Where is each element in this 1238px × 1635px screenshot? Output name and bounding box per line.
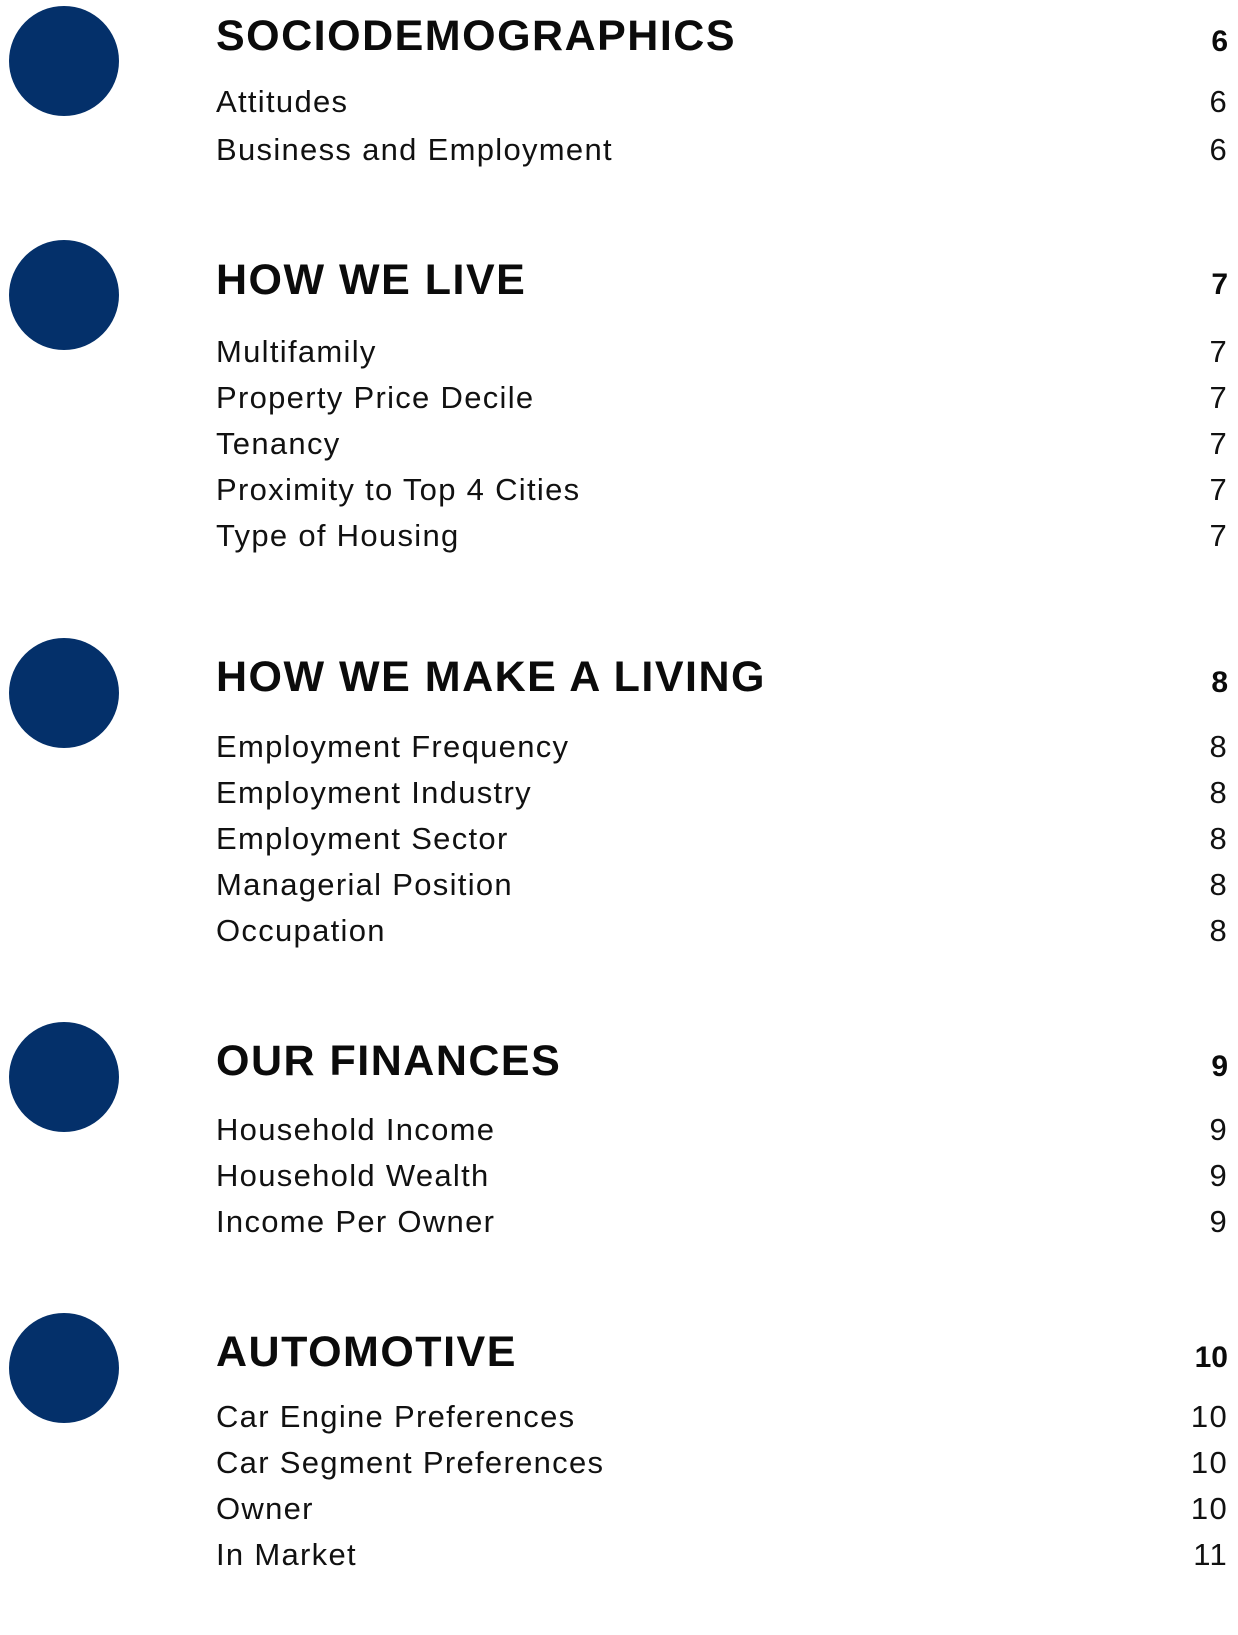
toc-item-label: Employment Sector: [216, 821, 509, 856]
toc-item[interactable]: Income Per Owner 9: [216, 1202, 1228, 1242]
toc-item-label: Household Income: [216, 1112, 496, 1147]
section-bullet-icon: [9, 638, 119, 748]
section-page-number[interactable]: 8: [1211, 668, 1228, 698]
toc-item-page: 7: [1209, 334, 1228, 369]
toc-item-label: Property Price Decile: [216, 380, 535, 415]
toc-item-page: 8: [1209, 729, 1228, 764]
toc-item-label: Employment Industry: [216, 775, 532, 810]
toc-item[interactable]: Employment Industry 8: [216, 773, 1228, 813]
toc-item-label: Car Engine Preferences: [216, 1399, 576, 1434]
toc-item[interactable]: Household Wealth 9: [216, 1156, 1228, 1196]
toc-item-label: Owner: [216, 1491, 314, 1526]
toc-item[interactable]: Attitudes 6: [216, 82, 1228, 122]
toc-item-page: 6: [1209, 84, 1228, 119]
toc-item-page: 10: [1190, 1399, 1228, 1434]
toc-item[interactable]: Car Segment Preferences 10: [216, 1443, 1228, 1483]
toc-item[interactable]: Proximity to Top 4 Cities 7: [216, 470, 1228, 510]
toc-item-page: 8: [1209, 821, 1228, 856]
toc-item-label: In Market: [216, 1537, 357, 1572]
toc-item[interactable]: Household Income 9: [216, 1110, 1228, 1150]
toc-item-label: Car Segment Preferences: [216, 1445, 605, 1480]
toc-item-page: 9: [1209, 1112, 1228, 1147]
toc-item-label: Proximity to Top 4 Cities: [216, 472, 581, 507]
toc-item-label: Occupation: [216, 913, 386, 948]
section-heading[interactable]: AUTOMOTIVE: [216, 1331, 517, 1374]
section-page-number[interactable]: 7: [1211, 270, 1228, 300]
section-page-number[interactable]: 6: [1211, 27, 1228, 57]
toc-item-page: 10: [1190, 1491, 1228, 1526]
toc-item[interactable]: Property Price Decile 7: [216, 378, 1228, 418]
toc-item[interactable]: Employment Frequency 8: [216, 727, 1228, 767]
section-heading[interactable]: HOW WE MAKE A LIVING: [216, 656, 766, 699]
toc-item-page: 11: [1193, 1537, 1228, 1572]
toc-item-page: 6: [1209, 132, 1228, 167]
toc-item-label: Multifamily: [216, 334, 377, 369]
toc-item[interactable]: Type of Housing 7: [216, 516, 1228, 556]
toc-item[interactable]: Multifamily 7: [216, 332, 1228, 372]
toc-item-label: Household Wealth: [216, 1158, 490, 1193]
toc-item-label: Attitudes: [216, 84, 349, 119]
toc-item-page: 8: [1209, 775, 1228, 810]
toc-item-label: Business and Employment: [216, 132, 613, 167]
section-bullet-icon: [9, 1313, 119, 1423]
section-page-number[interactable]: 10: [1195, 1343, 1228, 1373]
section-heading[interactable]: HOW WE LIVE: [216, 259, 526, 302]
toc-item-label: Employment Frequency: [216, 729, 570, 764]
toc-item-page: 9: [1209, 1158, 1228, 1193]
toc-item[interactable]: Managerial Position 8: [216, 865, 1228, 905]
toc-item[interactable]: Car Engine Preferences 10: [216, 1397, 1228, 1437]
section-bullet-icon: [9, 240, 119, 350]
section-page-number[interactable]: 9: [1211, 1052, 1228, 1082]
toc-item-page: 7: [1209, 472, 1228, 507]
toc-item-label: Managerial Position: [216, 867, 513, 902]
toc-item[interactable]: Owner 10: [216, 1489, 1228, 1529]
toc-item-label: Type of Housing: [216, 518, 460, 553]
toc-item[interactable]: Business and Employment 6: [216, 130, 1228, 170]
toc-item-label: Tenancy: [216, 426, 341, 461]
toc-item-page: 7: [1209, 426, 1228, 461]
section-bullet-icon: [9, 6, 119, 116]
section-bullet-icon: [9, 1022, 119, 1132]
toc-item[interactable]: In Market 11: [216, 1535, 1228, 1575]
toc-item[interactable]: Tenancy 7: [216, 424, 1228, 464]
toc-item-label: Income Per Owner: [216, 1204, 496, 1239]
toc-item-page: 9: [1209, 1204, 1228, 1239]
toc-item-page: 7: [1209, 380, 1228, 415]
section-heading[interactable]: OUR FINANCES: [216, 1040, 561, 1083]
toc-item[interactable]: Employment Sector 8: [216, 819, 1228, 859]
toc-item[interactable]: Occupation 8: [216, 911, 1228, 951]
toc-item-page: 10: [1190, 1445, 1228, 1480]
toc-item-page: 8: [1209, 867, 1228, 902]
toc-item-page: 8: [1209, 913, 1228, 948]
toc-item-page: 7: [1209, 518, 1228, 553]
section-heading[interactable]: SOCIODEMOGRAPHICS: [216, 15, 736, 58]
